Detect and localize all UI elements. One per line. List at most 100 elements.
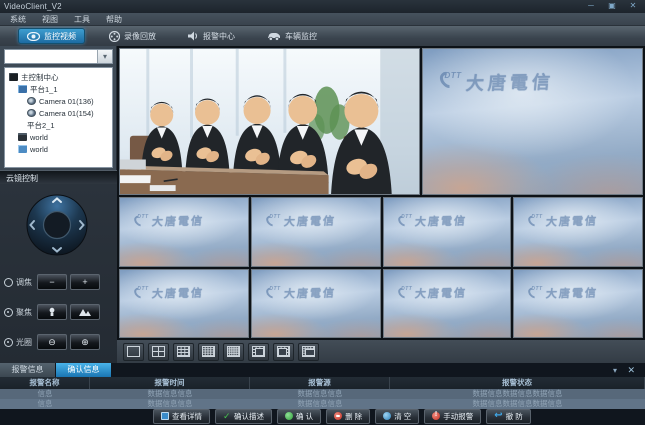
datang-watermark: DTT大唐電信: [267, 285, 335, 301]
alarm-action-bar: 查看详情 ✓ 确认描述 确 认 删 除 清 空 手动报警: [0, 407, 645, 425]
datang-watermark: DTT大唐電信: [399, 213, 467, 229]
video-tile-live[interactable]: [119, 48, 420, 195]
sidebar: ▾ 主控制中心 平台1_1 Camera 01(136) Camera 01(1…: [0, 46, 117, 363]
video-tile[interactable]: DTT大唐電信: [383, 269, 511, 338]
focus-far-button[interactable]: [70, 304, 100, 320]
tree-item-world-2[interactable]: world: [5, 143, 112, 155]
layout-8-icon: [277, 346, 290, 357]
layout-9-icon: [177, 346, 190, 357]
close-panel-icon[interactable]: ✕: [627, 365, 635, 376]
collapse-panel-icon[interactable]: ▾: [613, 366, 617, 375]
view-details-button[interactable]: 查看详情: [153, 409, 210, 424]
zoom-control-row: 调焦 − +: [4, 272, 114, 292]
minimize-button[interactable]: ─: [585, 1, 597, 11]
focus-icon: [4, 308, 13, 317]
zoom-out-button[interactable]: −: [37, 274, 67, 290]
monitor-blue-icon: [18, 145, 27, 153]
ptz-direction-pad[interactable]: [26, 194, 88, 256]
confirm-description-button[interactable]: ✓ 确认描述: [215, 409, 272, 424]
menu-system[interactable]: 系统: [10, 14, 26, 25]
close-button[interactable]: ✕: [627, 1, 639, 11]
far-focus-icon: [79, 308, 91, 316]
confirm-icon: [285, 412, 293, 420]
alarm-table-header: 报警名称 报警时间 报警源 报警状态: [0, 377, 645, 389]
camera-icon: [27, 109, 36, 117]
device-combobox[interactable]: ▾: [4, 49, 113, 64]
monitor-icon: [9, 73, 18, 81]
delete-icon: [334, 412, 342, 420]
focus-control-row: 聚焦: [4, 302, 114, 322]
video-tile-large-idle[interactable]: DTT 大唐電信: [422, 48, 643, 195]
focus-near-button[interactable]: [37, 304, 67, 320]
video-tile[interactable]: DTT大唐電信: [251, 197, 381, 267]
tab-vehicle-monitor[interactable]: 车辆监控: [259, 28, 325, 44]
video-tile[interactable]: DTT大唐電信: [513, 269, 643, 338]
datang-watermark: DTT大唐電信: [135, 285, 203, 301]
datang-watermark: DTT大唐電信: [529, 213, 597, 229]
speaker-icon: [188, 31, 199, 41]
video-client-window: VideoClient_V2 ─ ▣ ✕ 系统 视图 工具 帮助 监控视频: [0, 0, 645, 425]
datang-watermark: DTT大唐電信: [399, 285, 467, 301]
chevron-down-icon[interactable]: ▾: [97, 50, 112, 63]
tab-monitor-video[interactable]: 监控视频: [18, 28, 85, 44]
column-alarm-time: 报警时间: [90, 377, 250, 389]
tree-item-platform1[interactable]: 平台1_1: [5, 83, 112, 95]
iris-open-button[interactable]: ⊕: [70, 334, 100, 350]
zoom-icon: [4, 278, 13, 287]
video-tile[interactable]: DTT大唐電信: [251, 269, 381, 338]
video-tile[interactable]: DTT大唐電信: [513, 197, 643, 267]
maximize-button[interactable]: ▣: [606, 1, 618, 11]
tab-confirm-info[interactable]: 确认信息: [56, 363, 112, 377]
tree-item-platform2[interactable]: 平台2_1: [5, 119, 112, 131]
alarm-tabs: 报警信息 确认信息: [0, 363, 645, 377]
confirm-button[interactable]: 确 认: [277, 409, 321, 424]
menu-help[interactable]: 帮助: [106, 14, 122, 25]
video-tile[interactable]: DTT大唐電信: [119, 197, 249, 267]
table-row[interactable]: 信息 数据信息信息 数据信息信息 数据信息数据信息数据信息: [0, 389, 645, 399]
layout-9-button[interactable]: [173, 343, 194, 361]
eye-icon: [27, 32, 40, 41]
layout-16-button[interactable]: [198, 343, 219, 361]
video-tile[interactable]: DTT大唐電信: [119, 269, 249, 338]
tab-alarm-center[interactable]: 报警中心: [180, 28, 243, 44]
tree-item-camera-154[interactable]: Camera 01(154): [5, 107, 112, 119]
zoom-in-button[interactable]: +: [70, 274, 100, 290]
clear-button[interactable]: 清 空: [375, 409, 419, 424]
check-icon: ✓: [223, 412, 231, 420]
near-focus-icon: [47, 307, 57, 317]
layout-6-button[interactable]: [248, 343, 269, 361]
tab-alarm-info[interactable]: 报警信息: [0, 363, 56, 377]
layout-8-button[interactable]: [273, 343, 294, 361]
menu-tools[interactable]: 工具: [74, 14, 90, 25]
layout-1-button[interactable]: [123, 343, 144, 361]
iris-icon: [4, 338, 13, 347]
main-toolbar: 监控视频 录像回放 报警中心 车辆监控: [0, 26, 645, 46]
menu-view[interactable]: 视图: [42, 14, 58, 25]
layout-25-button[interactable]: [223, 343, 244, 361]
tree-item-world-1[interactable]: world: [5, 131, 112, 143]
datang-watermark: DTT大唐電信: [267, 213, 335, 229]
tree-item-camera-136[interactable]: Camera 01(136): [5, 95, 112, 107]
car-icon: [267, 32, 281, 41]
manual-alarm-button[interactable]: 手动报警: [424, 409, 481, 424]
title-bar: VideoClient_V2 ─ ▣ ✕: [0, 0, 645, 13]
datang-watermark: DTT大唐電信: [529, 285, 597, 301]
manual-alarm-icon: [432, 412, 440, 420]
conference-room-video: [120, 49, 419, 194]
window-title: VideoClient_V2: [4, 2, 62, 11]
ptz-panel: 调焦 − + 聚焦 光圈: [0, 184, 117, 363]
tree-item-control-center[interactable]: 主控制中心: [5, 71, 112, 83]
layout-10-button[interactable]: [298, 343, 319, 361]
platform-icon: [18, 85, 27, 93]
layout-4-button[interactable]: [148, 343, 169, 361]
video-grid: DTT 大唐電信 DTT大唐電信 DTT大唐電信 DTT大唐電信 DTT大唐電信…: [117, 46, 645, 340]
datang-watermark: DTT大唐電信: [135, 213, 203, 229]
delete-button[interactable]: 删 除: [326, 409, 370, 424]
tab-playback[interactable]: 录像回放: [101, 28, 164, 44]
layout-selector-bar: [117, 340, 645, 363]
video-tile[interactable]: DTT大唐電信: [383, 197, 511, 267]
column-alarm-source: 报警源: [250, 377, 390, 389]
disarm-button[interactable]: ↩ 撤 防: [486, 409, 530, 424]
camera-icon: [27, 97, 36, 105]
iris-close-button[interactable]: ⊖: [37, 334, 67, 350]
